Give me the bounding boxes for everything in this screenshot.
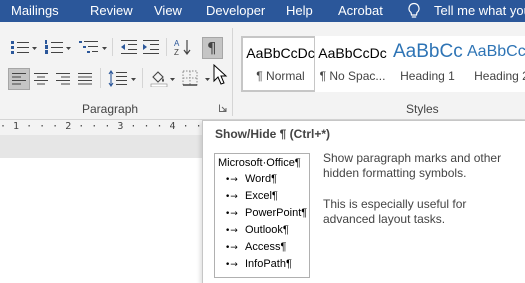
style-name: ¶ No Spac... [319,69,386,83]
show-hide-icon: ¶ [207,39,217,57]
divider [142,68,143,88]
svg-text:A: A [174,39,180,48]
center-icon[interactable] [34,73,49,85]
lightbulb-icon [408,2,420,18]
align-right-icon[interactable] [56,73,71,85]
style-name: Heading 1 [400,69,455,83]
borders-dropdown-icon[interactable] [205,78,210,81]
preview-list-item: •→ Access¶ [225,241,287,253]
line-spacing-dropdown-icon[interactable] [131,78,136,81]
preview-list-item: •→ PowerPoint¶ [225,207,308,219]
show-hide-button[interactable]: ¶ [202,37,223,59]
ribbon: A Z ¶ Paragraph AaBbCcDc ¶ Normal AaBbCc… [0,22,525,120]
tooltip-preview: Microsoft·Office¶ •→ Word¶ •→ Excel¶ •→ Pow… [214,153,310,278]
bullet-tab-icon: •→ [225,209,238,219]
style-heading-1[interactable]: AaBbCc Heading 1 [390,36,465,92]
style-name: ¶ Normal [256,69,305,83]
style-sample: AaBbCcDc [318,45,387,61]
preview-list-item: •→ Word¶ [225,173,277,185]
styles-group-label: Styles [406,102,439,116]
decrease-indent-icon[interactable] [120,39,138,55]
tab-mailings[interactable]: Mailings [11,3,59,18]
justify-icon[interactable] [78,73,93,85]
bullet-tab-icon: •→ [225,192,238,202]
align-left-button[interactable] [8,68,30,90]
bullet-tab-icon: •→ [225,243,238,253]
tab-acrobat[interactable]: Acrobat [338,3,383,18]
divider [100,68,101,88]
preview-heading: Microsoft·Office¶ [218,157,301,169]
paragraph-group-label: Paragraph [82,102,139,116]
tab-review[interactable]: Review [90,3,133,18]
ribbon-tab-bar: Mailings Review View Developer Help Acro… [0,0,525,22]
bullet-tab-icon: •→ [225,175,238,185]
borders-icon[interactable] [182,70,198,86]
numbering-icon[interactable] [44,39,64,55]
divider [166,38,167,56]
tab-developer[interactable]: Developer [206,3,265,18]
tell-me-search[interactable]: Tell me what you [434,3,525,18]
bullet-tab-icon: •→ [225,260,238,270]
bullet-tab-icon: •→ [225,226,238,236]
multilevel-dropdown-icon[interactable] [102,47,107,50]
style-name: Heading 2 [474,69,525,83]
numbering-dropdown-icon[interactable] [66,47,71,50]
tooltip-description: Show paragraph marks and other hidden fo… [323,151,502,180]
sort-icon[interactable]: A Z [174,38,192,56]
group-separator [232,28,233,116]
svg-text:Z: Z [174,48,179,56]
style-heading-2[interactable]: AaBbCc Heading 2 [464,36,525,92]
tab-view[interactable]: View [154,3,182,18]
bullets-icon[interactable] [10,39,30,55]
style-sample: AaBbCcDc [246,45,315,61]
line-spacing-icon[interactable] [108,70,128,87]
preview-list-item: •→ InfoPath¶ [225,258,292,270]
align-left-icon [12,73,26,85]
show-hide-tooltip: Show/Hide ¶ (Ctrl+*) Microsoft·Office¶ •… [202,120,525,283]
shading-icon[interactable] [150,69,168,87]
divider [112,38,113,56]
tooltip-title: Show/Hide ¶ (Ctrl+*) [215,127,331,141]
preview-list-item: •→ Excel¶ [225,190,278,202]
dialog-launcher-icon[interactable] [219,104,227,112]
multilevel-list-icon[interactable] [78,39,100,55]
tab-help[interactable]: Help [286,3,313,18]
style-sample: AaBbCc [467,43,525,60]
style-normal[interactable]: AaBbCcDc ¶ Normal [241,36,316,92]
bullets-dropdown-icon[interactable] [32,47,37,50]
increase-indent-icon[interactable] [142,39,160,55]
style-sample: AaBbCc [393,41,463,62]
tooltip-note: This is especially useful for advanced l… [323,197,467,226]
shading-dropdown-icon[interactable] [170,78,175,81]
mouse-pointer-icon [213,64,228,85]
preview-list-item: •→ Outlook¶ [225,224,289,236]
style-no-spacing[interactable]: AaBbCcDc ¶ No Spac... [315,36,390,92]
